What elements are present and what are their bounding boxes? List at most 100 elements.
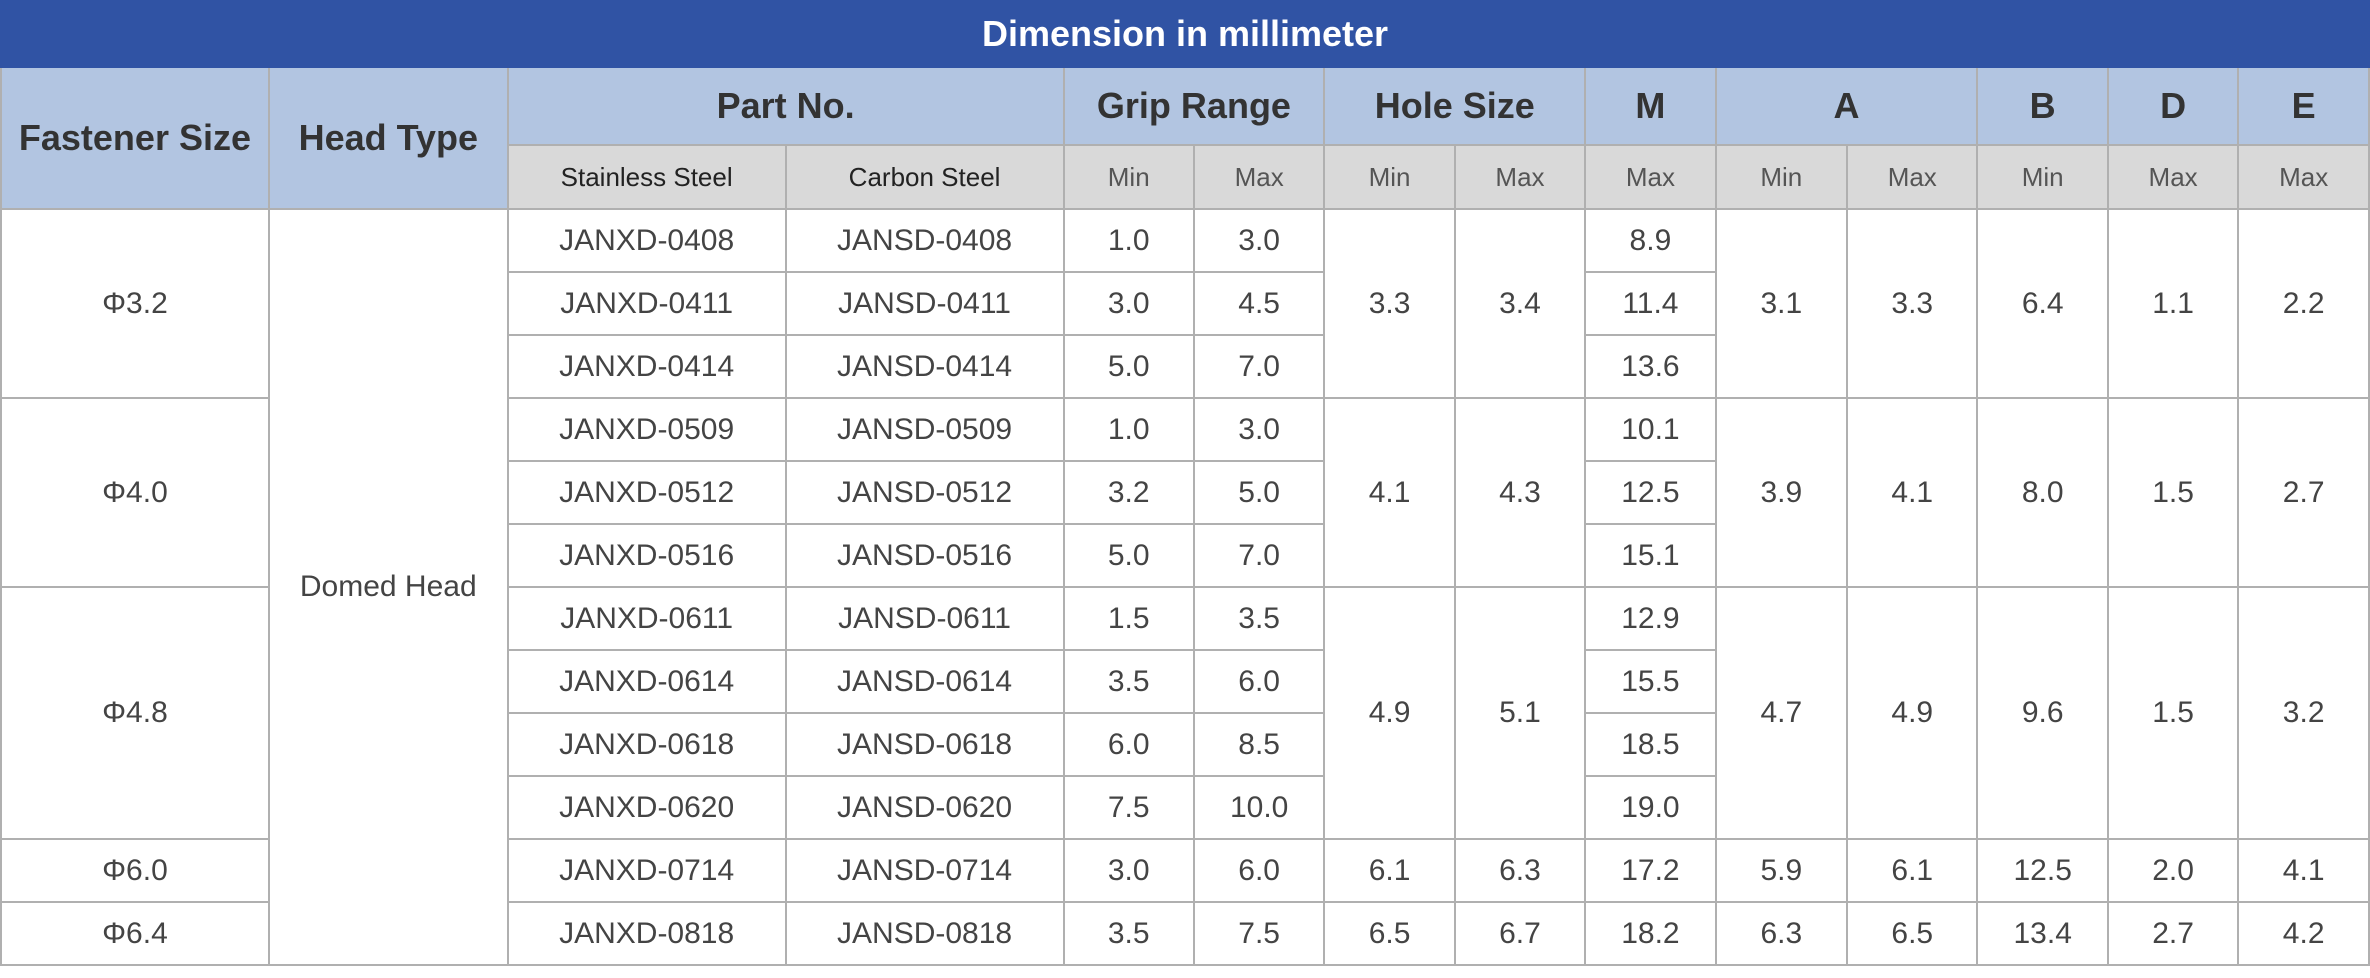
m-max-cell: 18.2: [1584, 901, 1717, 966]
hole-min-cell: 6.5: [1323, 901, 1456, 966]
hole-max-cell: 5.1: [1453, 586, 1587, 840]
e-max-cell: 4.2: [2237, 901, 2370, 966]
subheader-hole-min: Min: [1323, 144, 1456, 210]
subheader-a-max: Max: [1846, 144, 1979, 210]
grip-max-cell: 6.0: [1192, 649, 1326, 714]
grip-min-cell: 3.5: [1062, 901, 1195, 966]
e-max-cell: 4.1: [2237, 838, 2370, 903]
m-max-cell: 12.5: [1584, 460, 1717, 525]
m-max-cell: 15.5: [1584, 649, 1717, 714]
hole-min-cell: 6.1: [1323, 838, 1456, 903]
m-max-cell: 15.1: [1584, 523, 1717, 588]
b-min-cell: 8.0: [1976, 397, 2109, 588]
part-no-stainless-cell: JANXD-0414: [506, 334, 787, 399]
hole-max-cell: 6.7: [1453, 901, 1587, 966]
grip-min-cell: 7.5: [1062, 775, 1195, 840]
part-no-carbon-cell: JANSD-0618: [784, 712, 1065, 777]
subheader-e-max: Max: [2237, 144, 2370, 210]
grip-max-cell: 3.0: [1192, 397, 1326, 462]
grip-max-cell: 4.5: [1192, 271, 1326, 336]
part-no-carbon-cell: JANSD-0611: [784, 586, 1065, 651]
a-max-cell: 4.1: [1846, 397, 1979, 588]
subheader-m-max: Max: [1584, 144, 1717, 210]
subheader-a-min: Min: [1714, 144, 1849, 210]
part-no-stainless-cell: JANXD-0411: [506, 271, 787, 336]
part-no-carbon-cell: JANSD-0512: [784, 460, 1065, 525]
part-no-carbon-cell: JANSD-0614: [784, 649, 1065, 714]
a-max-cell: 6.1: [1846, 838, 1979, 903]
part-no-stainless-cell: JANXD-0614: [506, 649, 787, 714]
header-d: D: [2106, 66, 2240, 146]
grip-min-cell: 1.0: [1062, 397, 1195, 462]
b-min-cell: 12.5: [1976, 838, 2109, 903]
fastener-size-cell: Φ6.0: [0, 838, 270, 903]
e-max-cell: 2.2: [2237, 208, 2370, 399]
a-max-cell: 6.5: [1846, 901, 1979, 966]
m-max-cell: 18.5: [1584, 712, 1717, 777]
b-min-cell: 6.4: [1976, 208, 2109, 399]
header-part-no: Part No.: [506, 66, 1065, 146]
grip-min-cell: 3.0: [1062, 838, 1195, 903]
part-no-carbon-cell: JANSD-0714: [784, 838, 1065, 903]
fastener-size-cell: Φ6.4: [0, 901, 270, 966]
m-max-cell: 17.2: [1584, 838, 1717, 903]
d-max-cell: 2.0: [2106, 838, 2240, 903]
part-no-stainless-cell: JANXD-0509: [506, 397, 787, 462]
d-max-cell: 1.5: [2106, 397, 2240, 588]
fastener-size-cell: Φ4.0: [0, 397, 270, 588]
b-min-cell: 9.6: [1976, 586, 2109, 840]
grip-min-cell: 3.2: [1062, 460, 1195, 525]
header-m: M: [1584, 66, 1717, 146]
table-row: Φ3.2 Domed Head JANXD-0408 JANSD-0408 1.0 3.0…: [0, 208, 2370, 966]
header-hole-size: Hole Size: [1323, 66, 1587, 146]
grip-max-cell: 7.0: [1192, 334, 1326, 399]
subheader-grip-min: Min: [1062, 144, 1195, 210]
dimension-table: Dimension in millimeter Fastener Size He…: [0, 0, 2370, 966]
grip-max-cell: 7.0: [1192, 523, 1326, 588]
a-min-cell: 4.7: [1714, 586, 1849, 840]
part-no-carbon-cell: JANSD-0620: [784, 775, 1065, 840]
table-title: Dimension in millimeter: [0, 0, 2370, 68]
grip-max-cell: 3.0: [1192, 208, 1326, 273]
hole-min-cell: 4.9: [1323, 586, 1456, 840]
hole-max-cell: 4.3: [1453, 397, 1587, 588]
part-no-stainless-cell: JANXD-0620: [506, 775, 787, 840]
header-head-type: Head Type: [267, 66, 509, 210]
part-no-carbon-cell: JANSD-0411: [784, 271, 1065, 336]
grip-min-cell: 5.0: [1062, 334, 1195, 399]
m-max-cell: 8.9: [1584, 208, 1717, 273]
d-max-cell: 1.1: [2106, 208, 2240, 399]
grip-max-cell: 6.0: [1192, 838, 1326, 903]
hole-max-cell: 6.3: [1453, 838, 1587, 903]
grip-max-cell: 5.0: [1192, 460, 1326, 525]
grip-min-cell: 1.0: [1062, 208, 1195, 273]
a-min-cell: 3.9: [1714, 397, 1849, 588]
subheader-grip-max: Max: [1192, 144, 1326, 210]
d-max-cell: 1.5: [2106, 586, 2240, 840]
m-max-cell: 11.4: [1584, 271, 1717, 336]
m-max-cell: 13.6: [1584, 334, 1717, 399]
part-no-carbon-cell: JANSD-0818: [784, 901, 1065, 966]
b-min-cell: 13.4: [1976, 901, 2109, 966]
hole-min-cell: 4.1: [1323, 397, 1456, 588]
d-max-cell: 2.7: [2106, 901, 2240, 966]
header-a: A: [1714, 66, 1979, 146]
subheader-b-min: Min: [1976, 144, 2109, 210]
a-min-cell: 3.1: [1714, 208, 1849, 399]
grip-max-cell: 3.5: [1192, 586, 1326, 651]
head-type-cell: Domed Head: [267, 208, 509, 966]
a-min-cell: 5.9: [1714, 838, 1849, 903]
part-no-stainless-cell: JANXD-0611: [506, 586, 787, 651]
grip-min-cell: 3.5: [1062, 649, 1195, 714]
part-no-stainless-cell: JANXD-0618: [506, 712, 787, 777]
header-grip-range: Grip Range: [1062, 66, 1326, 146]
subheader-carbon-steel: Carbon Steel: [784, 144, 1065, 210]
header-fastener-size: Fastener Size: [0, 66, 270, 210]
subheader-hole-max: Max: [1453, 144, 1587, 210]
fastener-size-cell: Φ4.8: [0, 586, 270, 840]
hole-max-cell: 3.4: [1453, 208, 1587, 399]
part-no-stainless-cell: JANXD-0818: [506, 901, 787, 966]
grip-max-cell: 10.0: [1192, 775, 1326, 840]
a-min-cell: 6.3: [1714, 901, 1849, 966]
hole-min-cell: 3.3: [1323, 208, 1456, 399]
